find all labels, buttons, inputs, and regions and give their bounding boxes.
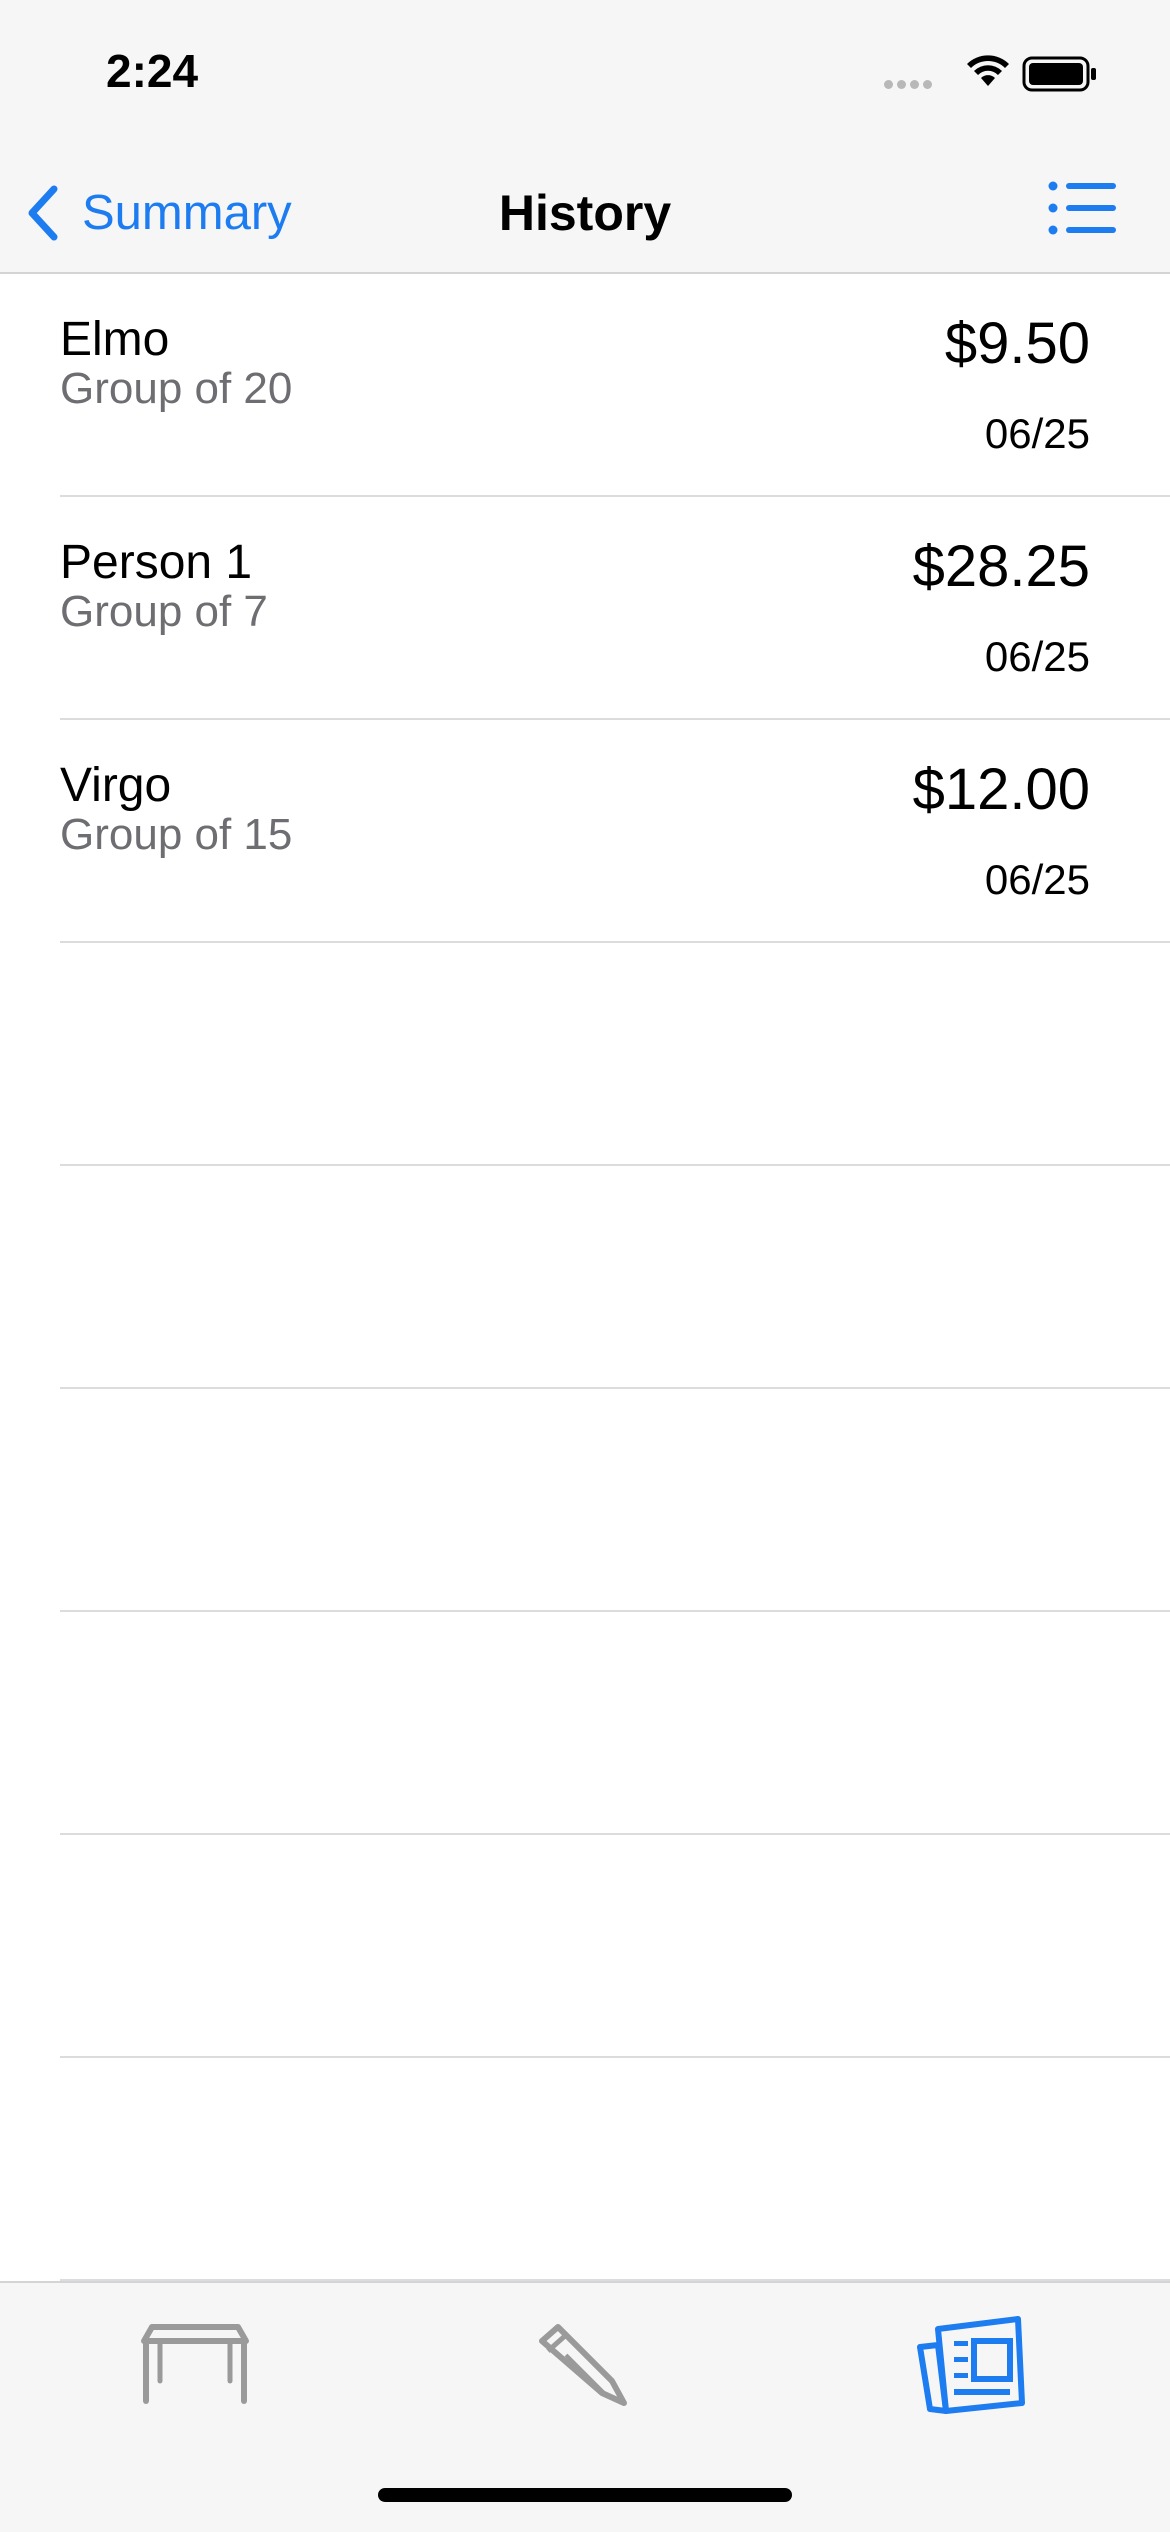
empty-table-row [60, 943, 1170, 1166]
row-amount: $9.50 [944, 311, 1090, 376]
history-table: Elmo Group of 20 $9.50 06/25 Person 1 Gr… [0, 274, 1170, 2281]
cellular-signal-icon [884, 80, 934, 90]
wifi-icon [967, 55, 1009, 86]
table-row[interactable]: Virgo Group of 15 $12.00 06/25 [60, 720, 1170, 943]
pencil-icon[interactable] [520, 2311, 650, 2421]
row-date: 06/25 [984, 410, 1090, 457]
list-icon[interactable] [1048, 180, 1116, 236]
row-date: 06/25 [984, 633, 1090, 680]
empty-table-row [60, 1389, 1170, 1612]
newspaper-icon[interactable] [910, 2311, 1040, 2421]
row-amount: $28.25 [912, 534, 1090, 599]
row-name: Person 1 [60, 536, 253, 589]
row-amount: $12.00 [912, 757, 1090, 822]
page-title: History [498, 185, 672, 241]
table-icon[interactable] [130, 2311, 260, 2421]
empty-table-row [60, 1166, 1170, 1389]
status-bar: 2:24 [0, 0, 1170, 150]
row-name: Virgo [60, 759, 172, 812]
status-time: 2:24 [106, 45, 199, 97]
row-group: Group of 7 [60, 587, 268, 636]
row-name: Elmo [60, 313, 170, 366]
empty-table-row [60, 2058, 1170, 2281]
home-indicator [378, 2488, 792, 2502]
battery-icon [1022, 56, 1096, 92]
navigation-bar: Summary History [0, 150, 1170, 274]
row-group: Group of 15 [60, 810, 293, 859]
row-date: 06/25 [984, 856, 1090, 903]
screen: 2:24 Summary History Elmo Group of 20 $9… [0, 0, 1170, 2532]
table-row[interactable]: Person 1 Group of 7 $28.25 06/25 [60, 497, 1170, 720]
table-row[interactable]: Elmo Group of 20 $9.50 06/25 [60, 274, 1170, 497]
empty-table-row [60, 1612, 1170, 1835]
row-group: Group of 20 [60, 364, 293, 413]
empty-table-row [60, 1835, 1170, 2058]
